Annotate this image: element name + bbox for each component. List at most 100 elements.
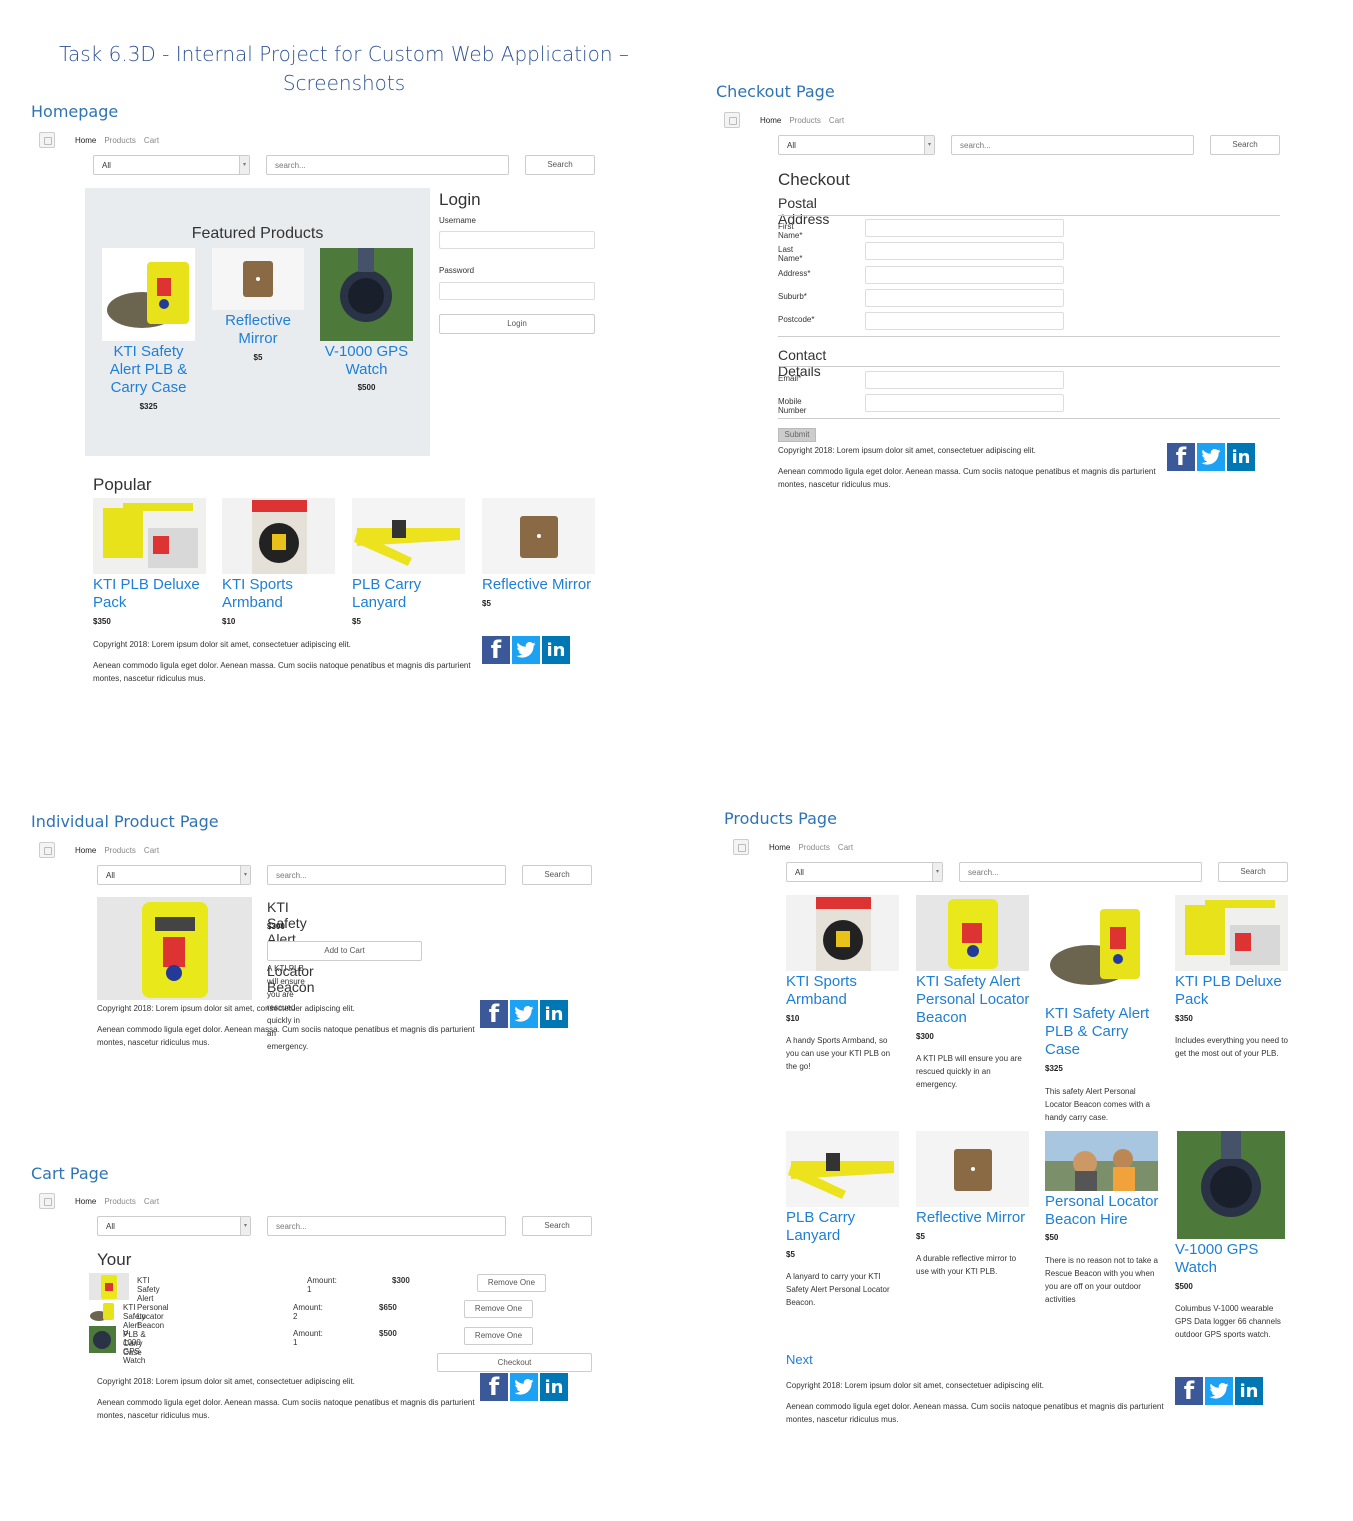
featured-product-link[interactable]: V-1000 GPS Watch	[320, 343, 413, 379]
product-image[interactable]	[786, 895, 899, 971]
product-image[interactable]	[93, 498, 206, 574]
search-button[interactable]: Search	[522, 865, 592, 885]
checkout-button[interactable]: Checkout	[437, 1353, 592, 1372]
linkedin-icon[interactable]: in	[540, 1373, 568, 1401]
nav-products[interactable]: Products	[104, 136, 136, 145]
linkedin-icon[interactable]: in	[540, 1000, 568, 1028]
category-select[interactable]: All ▾	[786, 862, 943, 882]
featured-product-link[interactable]: KTI Safety Alert PLB & Carry Case	[102, 343, 195, 397]
nav-home[interactable]: Home	[760, 116, 781, 125]
product-price: $300	[267, 922, 285, 931]
twitter-icon[interactable]	[510, 1000, 538, 1028]
nav-cart[interactable]: Cart	[829, 116, 844, 125]
product-link[interactable]: KTI Sports Armband	[786, 973, 899, 1009]
nav-products[interactable]: Products	[789, 116, 821, 125]
twitter-icon[interactable]	[1205, 1377, 1233, 1405]
linkedin-icon[interactable]: in	[1227, 443, 1255, 471]
facebook-icon[interactable]: f	[1167, 443, 1195, 471]
last-name-field[interactable]	[865, 242, 1064, 260]
product-image[interactable]	[786, 1131, 899, 1207]
product-link[interactable]: KTI Safety Alert PLB & Carry Case	[1045, 1005, 1158, 1059]
facebook-icon[interactable]: f	[1175, 1377, 1203, 1405]
product-image[interactable]	[1177, 1131, 1285, 1239]
search-input[interactable]: search...	[267, 1216, 506, 1236]
logo-icon[interactable]	[39, 132, 55, 148]
product-link[interactable]: Reflective Mirror	[916, 1209, 1041, 1227]
navbar: Home Products Cart	[39, 1193, 159, 1209]
product-image[interactable]	[1045, 1131, 1158, 1191]
nav-products[interactable]: Products	[104, 1197, 136, 1206]
search-button[interactable]: Search	[522, 1216, 592, 1236]
featured-product-price: $325	[139, 402, 158, 411]
logo-icon[interactable]	[39, 842, 55, 858]
category-select[interactable]: All ▾	[778, 135, 935, 155]
logo-icon[interactable]	[39, 1193, 55, 1209]
product-image[interactable]	[212, 248, 304, 310]
logo-icon[interactable]	[733, 839, 749, 855]
featured-product-link[interactable]: Reflective Mirror	[212, 312, 304, 348]
search-input[interactable]: search...	[951, 135, 1194, 155]
email-field[interactable]	[865, 371, 1064, 389]
search-button[interactable]: Search	[525, 155, 595, 175]
nav-home[interactable]: Home	[769, 843, 790, 852]
linkedin-icon[interactable]: in	[1235, 1377, 1263, 1405]
nav-home[interactable]: Home	[75, 846, 96, 855]
popular-product-link[interactable]: PLB Carry Lanyard	[352, 576, 465, 612]
remove-one-button[interactable]: Remove One	[464, 1300, 533, 1318]
twitter-icon[interactable]	[510, 1373, 538, 1401]
next-link[interactable]: Next	[786, 1351, 813, 1369]
login-button[interactable]: Login	[439, 314, 595, 334]
product-image[interactable]	[916, 895, 1029, 971]
nav-cart[interactable]: Cart	[144, 136, 159, 145]
category-select[interactable]: All ▾	[93, 155, 250, 175]
nav-home[interactable]: Home	[75, 136, 96, 145]
facebook-icon[interactable]: f	[482, 636, 510, 664]
product-image[interactable]	[916, 1131, 1029, 1207]
product-link[interactable]: PLB Carry Lanyard	[786, 1209, 899, 1245]
product-image[interactable]	[1045, 895, 1158, 1003]
password-field[interactable]	[439, 282, 595, 300]
category-select[interactable]: All ▾	[97, 1216, 251, 1236]
linkedin-icon[interactable]: in	[542, 636, 570, 664]
product-image[interactable]	[1175, 895, 1288, 971]
search-button[interactable]: Search	[1210, 135, 1280, 155]
username-field[interactable]	[439, 231, 595, 249]
add-to-cart-button[interactable]: Add to Cart	[267, 941, 422, 961]
product-link[interactable]: KTI PLB Deluxe Pack	[1175, 973, 1288, 1009]
logo-icon[interactable]	[724, 112, 740, 128]
popular-product-link[interactable]: KTI Sports Armband	[222, 576, 335, 612]
product-image[interactable]	[320, 248, 413, 341]
nav-cart[interactable]: Cart	[144, 1197, 159, 1206]
facebook-icon[interactable]: f	[480, 1000, 508, 1028]
product-link[interactable]: Personal Locator Beacon Hire	[1045, 1193, 1161, 1229]
nav-products[interactable]: Products	[798, 843, 830, 852]
popular-product-link[interactable]: KTI PLB Deluxe Pack	[93, 576, 206, 612]
nav-cart[interactable]: Cart	[144, 846, 159, 855]
nav-cart[interactable]: Cart	[838, 843, 853, 852]
product-image[interactable]	[222, 498, 335, 574]
product-image[interactable]	[482, 498, 595, 574]
remove-one-button[interactable]: Remove One	[477, 1274, 546, 1292]
suburb-field[interactable]	[865, 289, 1064, 307]
postcode-field[interactable]	[865, 312, 1064, 330]
search-input[interactable]: search...	[959, 862, 1202, 882]
category-select[interactable]: All ▾	[97, 865, 251, 885]
first-name-field[interactable]	[865, 219, 1064, 237]
product-image[interactable]	[352, 498, 465, 574]
nav-products[interactable]: Products	[104, 846, 136, 855]
submit-button[interactable]: Submit	[778, 428, 816, 442]
remove-one-button[interactable]: Remove One	[464, 1327, 533, 1345]
twitter-icon[interactable]	[512, 636, 540, 664]
facebook-icon[interactable]: f	[480, 1373, 508, 1401]
address-field[interactable]	[865, 266, 1064, 284]
product-link[interactable]: KTI Safety Alert Personal Locator Beacon	[916, 973, 1032, 1027]
product-image[interactable]	[102, 248, 195, 341]
popular-product-link[interactable]: Reflective Mirror	[482, 576, 602, 594]
search-input[interactable]: search...	[267, 865, 506, 885]
nav-home[interactable]: Home	[75, 1197, 96, 1206]
mobile-field[interactable]	[865, 394, 1064, 412]
search-input[interactable]: search...	[266, 155, 509, 175]
product-link[interactable]: V-1000 GPS Watch	[1175, 1241, 1288, 1277]
twitter-icon[interactable]	[1197, 443, 1225, 471]
search-button[interactable]: Search	[1218, 862, 1288, 882]
